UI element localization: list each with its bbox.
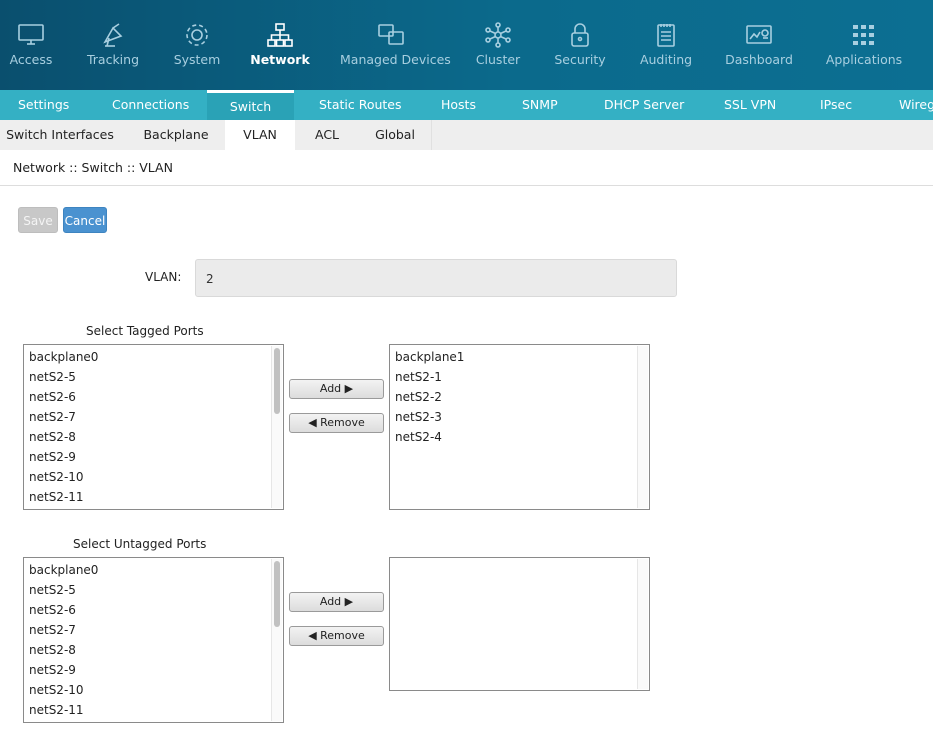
list-option[interactable]: netS2-1	[390, 367, 649, 387]
list-option[interactable]: netS2-5	[24, 367, 283, 387]
nav-managed-devices[interactable]: Managed Devices	[340, 0, 451, 90]
nav-label: Cluster	[475, 52, 521, 67]
vlan-label: VLAN:	[145, 270, 182, 284]
tagged-selected-list[interactable]: backplane1 netS2-1 netS2-2 netS2-3 netS2-4	[389, 344, 650, 510]
list-option[interactable]: netS2-3	[390, 407, 649, 427]
nav-network[interactable]: Network	[249, 0, 311, 90]
tab-ipsec[interactable]: IPsec	[820, 90, 852, 120]
nav-system[interactable]: System	[166, 0, 228, 90]
tab-global[interactable]: Global	[361, 120, 429, 150]
list-option[interactable]: backplane0	[24, 347, 283, 367]
nav-auditing[interactable]: Auditing	[636, 0, 696, 90]
tab-divider	[431, 120, 432, 150]
tab-dhcp-server[interactable]: DHCP Server	[604, 90, 684, 120]
dashboard-icon	[746, 25, 772, 44]
vlan-field[interactable]: 2	[195, 259, 677, 297]
list-option[interactable]: netS2-10	[24, 467, 283, 487]
nav-dashboard[interactable]: Dashboard	[724, 0, 794, 90]
nav-label: Network	[250, 52, 310, 67]
tagged-available-list[interactable]: backplane0 netS2-5 netS2-6 netS2-7 netS2-8 ne…	[23, 344, 284, 510]
network-icon	[267, 23, 293, 47]
tagged-ports-title: Select Tagged Ports	[86, 324, 204, 338]
nav-label: Managed Devices	[340, 52, 451, 67]
list-option[interactable]: netS2-9	[24, 447, 283, 467]
list-option[interactable]: netS2-5	[24, 580, 283, 600]
tab-wireguard[interactable]: Wireg	[899, 90, 933, 120]
grid-icon	[853, 25, 874, 45]
nav-cluster[interactable]: Cluster	[468, 0, 528, 90]
nav-label: Auditing	[639, 52, 693, 67]
scrollbar[interactable]	[637, 346, 648, 508]
tab-static-routes[interactable]: Static Routes	[319, 90, 402, 120]
cluster-icon	[485, 22, 511, 48]
nav-label: System	[173, 52, 221, 67]
scrollbar[interactable]	[637, 559, 648, 689]
list-option[interactable]: netS2-10	[24, 680, 283, 700]
breadcrumb: Network :: Switch :: VLAN	[13, 160, 173, 175]
list-option[interactable]: netS2-4	[390, 427, 649, 447]
untagged-available-options: backplane0 netS2-5 netS2-6 netS2-7 netS2-8 ne…	[24, 558, 283, 720]
list-option[interactable]: netS2-6	[24, 600, 283, 620]
list-option[interactable]: netS2-2	[390, 387, 649, 407]
tab-vlan[interactable]: VLAN	[225, 120, 295, 150]
switch-sub-tabs: Switch Interfaces Backplane VLAN ACL Glo…	[0, 120, 933, 150]
notepad-icon	[657, 24, 675, 47]
nav-label: Applications	[825, 52, 903, 67]
nav-label: Security	[554, 52, 606, 67]
tagged-remove-button[interactable]: ◀ Remove	[289, 413, 384, 433]
cancel-button[interactable]: Cancel	[63, 207, 107, 233]
scrollbar[interactable]	[271, 346, 282, 508]
save-button[interactable]: Save	[18, 207, 58, 233]
list-option[interactable]: netS2-7	[24, 620, 283, 640]
nav-tracking[interactable]: Tracking	[82, 0, 144, 90]
untagged-selected-list[interactable]	[389, 557, 650, 691]
gear-icon	[186, 24, 208, 46]
untagged-remove-button[interactable]: ◀ Remove	[289, 626, 384, 646]
nav-applications[interactable]: Applications	[824, 0, 904, 90]
sub-navigation: Settings Connections Switch Static Route…	[0, 90, 933, 120]
tab-switch-interfaces[interactable]: Switch Interfaces	[0, 120, 120, 150]
nav-security[interactable]: Security	[550, 0, 610, 90]
divider	[0, 185, 933, 186]
tab-hosts[interactable]: Hosts	[441, 90, 476, 120]
tab-ssl-vpn[interactable]: SSL VPN	[724, 90, 776, 120]
tab-snmp[interactable]: SNMP	[522, 90, 558, 120]
untagged-selected-options	[390, 558, 649, 560]
list-option[interactable]: backplane0	[24, 560, 283, 580]
scrollbar-thumb[interactable]	[274, 348, 280, 414]
tab-backplane[interactable]: Backplane	[130, 120, 222, 150]
list-option[interactable]: netS2-6	[24, 387, 283, 407]
list-option[interactable]: backplane1	[390, 347, 649, 367]
tagged-available-options: backplane0 netS2-5 netS2-6 netS2-7 netS2-8 ne…	[24, 345, 283, 507]
scrollbar-thumb[interactable]	[274, 561, 280, 627]
nav-label: Access	[9, 52, 53, 67]
tab-acl[interactable]: ACL	[301, 120, 353, 150]
list-option[interactable]: netS2-8	[24, 427, 283, 447]
tab-connections[interactable]: Connections	[112, 90, 189, 120]
list-option[interactable]: netS2-9	[24, 660, 283, 680]
devices-icon	[378, 24, 404, 45]
list-option[interactable]: netS2-8	[24, 640, 283, 660]
list-option[interactable]: netS2-7	[24, 407, 283, 427]
nav-label: Tracking	[86, 52, 140, 67]
monitor-icon	[18, 24, 44, 45]
untagged-ports-title: Select Untagged Ports	[73, 537, 207, 551]
nav-label: Dashboard	[725, 52, 793, 67]
untagged-available-list[interactable]: backplane0 netS2-5 netS2-6 netS2-7 netS2-8 ne…	[23, 557, 284, 723]
satellite-icon	[103, 23, 123, 47]
scrollbar[interactable]	[271, 559, 282, 721]
list-option[interactable]: netS2-11	[24, 700, 283, 720]
tab-settings[interactable]: Settings	[18, 90, 69, 120]
nav-access[interactable]: Access	[0, 0, 62, 90]
lock-icon	[571, 23, 589, 47]
tagged-selected-options: backplane1 netS2-1 netS2-2 netS2-3 netS2-4	[390, 345, 649, 447]
list-option[interactable]: netS2-11	[24, 487, 283, 507]
tab-switch[interactable]: Switch	[207, 90, 294, 120]
tagged-add-button[interactable]: Add ▶	[289, 379, 384, 399]
top-navigation: Access Tracking System Network Managed D…	[0, 0, 933, 90]
untagged-add-button[interactable]: Add ▶	[289, 592, 384, 612]
